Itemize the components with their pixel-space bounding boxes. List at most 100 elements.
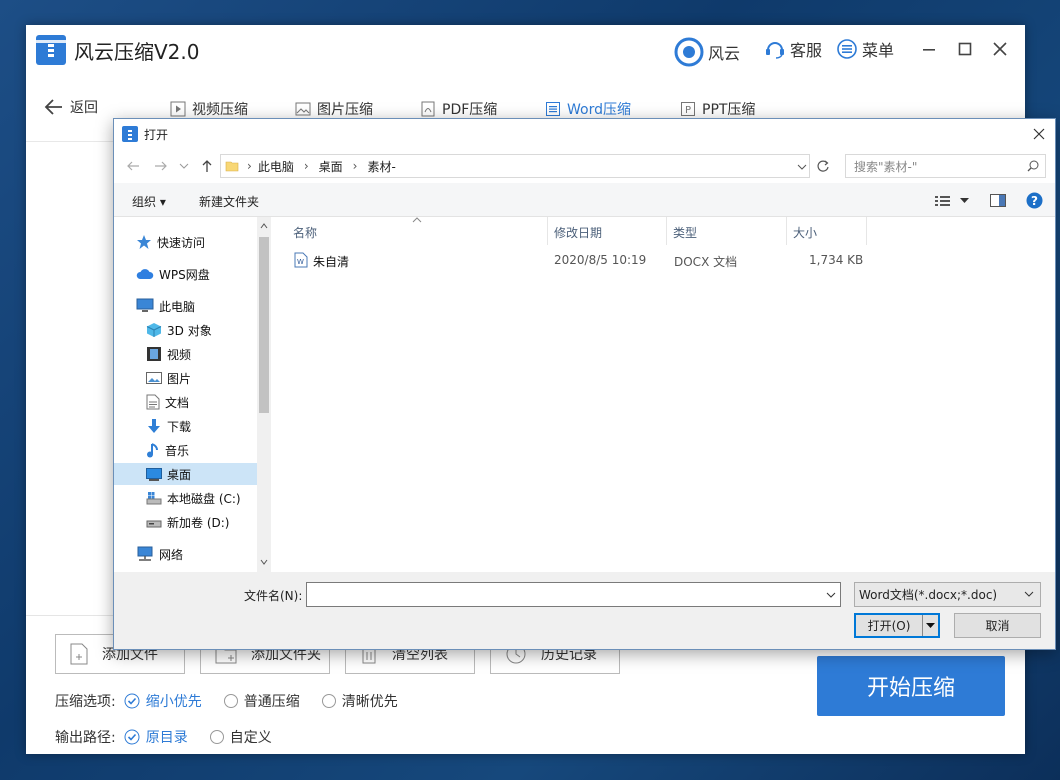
chevron-up-icon[interactable]: [260, 223, 268, 229]
ppt-icon: P: [681, 102, 695, 116]
tree-item-videos[interactable]: 视频: [146, 343, 191, 365]
tree-item-3d-objects[interactable]: 3D 对象: [146, 319, 212, 341]
preview-pane-icon[interactable]: [990, 194, 1006, 207]
tree-item-drive-c[interactable]: 本地磁盘 (C:): [146, 487, 241, 509]
radio-normal[interactable]: 普通压缩: [223, 691, 300, 711]
tree-label: WPS网盘: [159, 267, 210, 282]
radio-circle: [321, 694, 336, 708]
file-type: DOCX 文档: [674, 255, 738, 269]
radio-original-dir[interactable]: 原目录: [124, 727, 188, 747]
chevron-down-icon[interactable]: [260, 559, 268, 565]
close-button[interactable]: [988, 37, 1012, 61]
film-icon: [147, 347, 161, 361]
breadcrumb-item[interactable]: 此电脑: [258, 158, 294, 175]
folder-icon: [225, 161, 239, 172]
organize-button[interactable]: 组织 ▾: [132, 193, 166, 210]
app-logo-icon: [36, 35, 66, 65]
brand-label: 风云: [708, 44, 741, 63]
app-logo-icon: [122, 126, 138, 142]
back-button[interactable]: 返回: [44, 97, 98, 117]
tree-item-quick-access[interactable]: 快速访问: [136, 231, 205, 253]
tree-item-documents[interactable]: 文档: [146, 391, 189, 413]
chevron-down-icon[interactable]: [960, 198, 969, 204]
column-header-modified[interactable]: 修改日期: [548, 217, 667, 245]
breadcrumb-item[interactable]: 素材-: [367, 158, 395, 175]
tree-item-desktop[interactable]: 桌面: [114, 463, 257, 485]
close-icon: [1033, 128, 1045, 140]
filename-input[interactable]: [306, 582, 841, 607]
address-row: › 此电脑 › 桌面 › 素材- 搜索"素材-": [114, 151, 1055, 181]
tree-item-drive-d[interactable]: 新加卷 (D:): [146, 511, 229, 533]
chevron-down-icon[interactable]: [179, 162, 189, 170]
forward-arrow-icon[interactable]: [154, 160, 168, 172]
view-options-icon[interactable]: [935, 195, 953, 207]
service-button[interactable]: 客服: [764, 37, 822, 61]
open-dropdown-button[interactable]: [922, 615, 938, 636]
tree-item-pictures[interactable]: 图片: [146, 367, 191, 389]
tab-video[interactable]: 视频压缩: [170, 99, 248, 119]
open-button[interactable]: 打开(O): [854, 613, 940, 638]
download-icon: [148, 419, 160, 433]
column-header-name[interactable]: 名称: [287, 217, 548, 245]
radio-circle: [209, 730, 224, 744]
app-title: 风云压缩V2.0: [74, 40, 200, 64]
radio-custom[interactable]: 自定义: [209, 727, 272, 747]
tree-item-music[interactable]: 音乐: [146, 439, 189, 461]
tree-scrollbar[interactable]: [257, 217, 271, 572]
dialog-close-button[interactable]: [1033, 125, 1045, 144]
up-arrow-icon[interactable]: [201, 159, 213, 173]
maximize-button[interactable]: [953, 37, 977, 61]
tree-label: 图片: [167, 371, 192, 386]
tree-item-this-pc[interactable]: 此电脑: [136, 295, 195, 317]
tree-label: 3D 对象: [167, 323, 212, 338]
command-bar: 组织 ▾ 新建文件夹 ?: [114, 183, 1055, 217]
drive-c-icon: [146, 492, 162, 505]
tab-image[interactable]: 图片压缩: [295, 99, 373, 119]
column-header-type[interactable]: 类型: [667, 217, 787, 245]
menu-button[interactable]: 菜单: [836, 37, 894, 61]
dialog-title-bar: 打开: [114, 119, 1055, 149]
filetype-select[interactable]: Word文档(*.docx;*.doc): [854, 582, 1041, 607]
tree-label: 新加卷 (D:): [167, 515, 230, 530]
file-modified: 2020/8/5 10:19: [554, 253, 647, 267]
cancel-button[interactable]: 取消: [954, 613, 1041, 638]
column-header-size[interactable]: 大小: [787, 217, 867, 245]
radio-label: 自定义: [229, 730, 272, 746]
brand-logo-icon: [674, 37, 704, 67]
tab-word[interactable]: Word压缩: [545, 99, 631, 119]
chevron-down-icon[interactable]: [797, 163, 807, 171]
video-icon: [170, 101, 186, 117]
file-name: 朱自清: [313, 255, 350, 269]
address-bar[interactable]: › 此电脑 › 桌面 › 素材-: [220, 154, 810, 178]
tree-item-network[interactable]: 网络: [136, 543, 183, 565]
chevron-down-icon[interactable]: [826, 592, 836, 599]
radio-circle: [223, 694, 238, 708]
help-icon[interactable]: ?: [1026, 192, 1043, 209]
chevron-down-icon: [926, 622, 935, 628]
breadcrumb-item[interactable]: 桌面: [319, 158, 343, 175]
radio-label: 清晰优先: [341, 694, 398, 710]
brand-link[interactable]: 风云: [674, 37, 740, 67]
file-list: 名称 修改日期 类型 大小 W 朱自清 2020/8/5 10:19 DOCX …: [272, 217, 1055, 572]
back-arrow-icon[interactable]: [126, 160, 140, 172]
radio-clarity-first[interactable]: 清晰优先: [321, 691, 398, 711]
scrollbar-thumb[interactable]: [259, 237, 269, 413]
output-path-options: 输出路径: 原目录 自定义: [55, 727, 294, 747]
radio-shrink-first[interactable]: 缩小优先: [124, 691, 202, 711]
tree-item-downloads[interactable]: 下载: [146, 415, 191, 437]
desktop-icon: [146, 467, 162, 481]
refresh-icon[interactable]: [816, 159, 830, 173]
minimize-icon: [923, 49, 935, 51]
drive-d-icon: [146, 520, 162, 528]
minimize-button[interactable]: [917, 37, 941, 61]
check-circle-icon: [124, 693, 140, 709]
radio-label: 普通压缩: [243, 694, 300, 710]
tab-pdf[interactable]: PDF压缩: [420, 99, 497, 119]
tab-ppt[interactable]: P PPT压缩: [680, 99, 755, 119]
new-folder-button[interactable]: 新建文件夹: [199, 193, 259, 210]
tab-label: Word压缩: [567, 102, 631, 118]
start-compress-button[interactable]: 开始压缩: [817, 656, 1005, 716]
chevron-down-icon: [1024, 591, 1034, 597]
search-input[interactable]: 搜索"素材-": [845, 154, 1046, 178]
tree-item-wps-cloud[interactable]: WPS网盘: [136, 263, 210, 285]
